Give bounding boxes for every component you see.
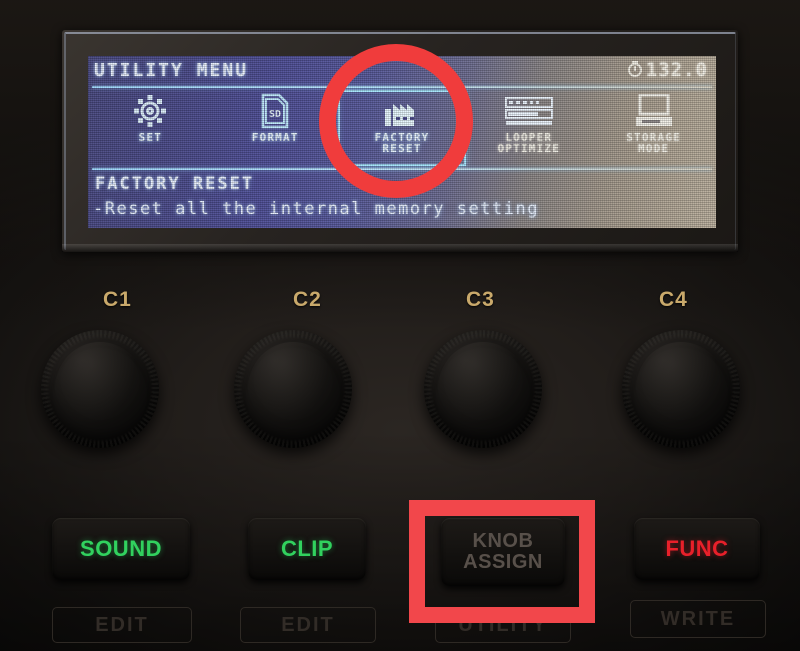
menu-item-set[interactable]: SET (88, 90, 213, 166)
gear-icon (133, 92, 167, 130)
clip-edit-sublabel: EDIT (240, 607, 376, 643)
svg-text:SD: SD (269, 109, 281, 120)
knob-label-c2: C2 (293, 288, 322, 311)
description-divider (92, 168, 712, 170)
sd-card-icon: SD (260, 92, 290, 130)
utility-menu-row: SET SD FORMAT FACTORY RESET LOOPER OPTIM… (88, 90, 716, 168)
knob-assign-button-label: KNOB ASSIGN (463, 530, 543, 573)
knob-label-c4: C4 (659, 288, 688, 311)
knob-label-c3: C3 (466, 288, 495, 311)
clip-button-label: CLIP (280, 536, 334, 561)
knob-assign-button[interactable]: KNOB ASSIGN (441, 518, 565, 586)
knob-c1[interactable] (41, 330, 159, 448)
menu-item-storage-mode[interactable]: STORAGE MODE (591, 90, 716, 166)
lcd-bottom-shadow (62, 244, 738, 252)
description-title: FACTORY RESET (95, 174, 255, 194)
knob-c3[interactable] (424, 330, 542, 448)
clip-button[interactable]: CLIP (248, 518, 366, 580)
sound-button-label: SOUND (80, 536, 162, 561)
tempo-value: 132.0 (645, 59, 708, 81)
menu-item-factory-reset[interactable]: FACTORY RESET (337, 90, 467, 166)
bars-icon (504, 92, 553, 130)
menu-item-looper-optimize[interactable]: LOOPER OPTIMIZE (466, 90, 591, 166)
func-button-label: FUNC (665, 536, 729, 561)
menu-item-label: FACTORY RESET (374, 131, 430, 155)
write-sublabel: WRITE (630, 600, 766, 638)
func-button[interactable]: FUNC (634, 518, 760, 580)
lcd-bezel: UTILITY MENU 132.0 SET SD FORMAT FACTORY… (62, 30, 738, 252)
power-clock-icon (627, 61, 642, 77)
header-divider (92, 86, 712, 88)
knob-c4[interactable] (622, 330, 740, 448)
device-panel: UTILITY MENU 132.0 SET SD FORMAT FACTORY… (0, 0, 800, 651)
knob-label-c1: C1 (103, 288, 132, 311)
knob-c2[interactable] (234, 330, 352, 448)
description-body: -Reset all the internal memory setting (93, 199, 539, 219)
page-title: UTILITY MENU (94, 60, 249, 81)
utility-sublabel: UTILITY (435, 607, 571, 643)
lcd-screen: UTILITY MENU 132.0 SET SD FORMAT FACTORY… (88, 56, 716, 228)
menu-item-format[interactable]: SD FORMAT (213, 90, 338, 166)
menu-item-label: STORAGE MODE (626, 131, 681, 155)
tempo-display: 132.0 (627, 59, 708, 81)
sound-button[interactable]: SOUND (52, 518, 190, 580)
factory-icon (382, 92, 422, 130)
computer-icon (634, 92, 674, 130)
menu-item-label: LOOPER OPTIMIZE (497, 131, 561, 155)
menu-item-label: SET (138, 131, 163, 144)
menu-item-label: FORMAT (251, 131, 299, 144)
lcd-header: UTILITY MENU 132.0 (88, 56, 716, 86)
sound-edit-sublabel: EDIT (52, 607, 192, 643)
